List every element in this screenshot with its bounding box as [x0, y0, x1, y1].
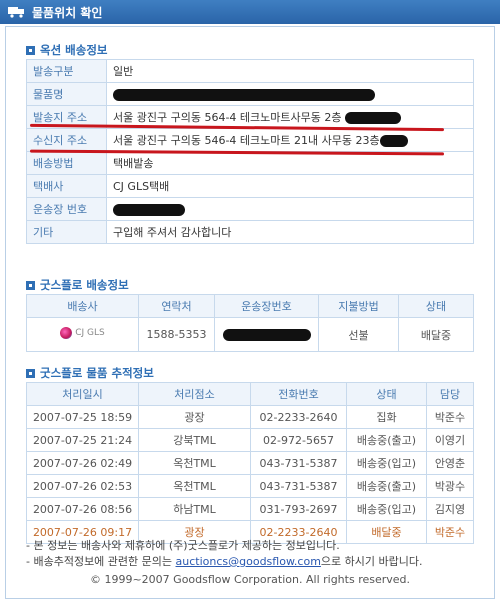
table-row: 발송구분 일반 — [26, 59, 474, 83]
table-cell: 043-731-5387 — [250, 451, 347, 475]
window-titlebar: 물품위치 확인 — [0, 0, 500, 24]
table-row: 2007-07-26 02:53 옥천TML 043-731-5387 배송중(… — [26, 474, 474, 498]
carrier-cell: CJ GLS — [26, 317, 139, 352]
table-cell: 배송중(출고) — [346, 428, 427, 452]
section-bullet-icon — [26, 368, 35, 378]
row-label: 택배사 — [26, 174, 107, 198]
cj-gls-logo: CJ GLS — [60, 327, 105, 339]
row-value: CJ GLS택배 — [106, 174, 474, 198]
table-cell: 배송중(입고) — [346, 451, 427, 475]
row-value — [106, 82, 474, 106]
table-row: 물품명 — [26, 82, 474, 106]
note-line: - 본 정보는 배송사와 제휴하에 (주)굿스플로가 제공하는 정보입니다. — [26, 539, 340, 552]
row-label: 물품명 — [26, 82, 107, 106]
table-row: 운송장 번호 — [26, 197, 474, 221]
status-cell: 배달중 — [398, 317, 474, 352]
table-row: 2007-07-25 18:59 광장 02-2233-2640 집화 박준수 — [26, 405, 474, 429]
row-value: 일반 — [106, 59, 474, 83]
table-row: CJ GLS 1588-5353 선불 배달중 — [26, 317, 474, 352]
address-text: 서울 광진구 구의동 564-4 테크노마트사무동 2층 — [113, 111, 342, 124]
goodsflow-table: 배송사 연락처 운송장번호 지불방법 상태 CJ GLS 1588-5353 선… — [26, 294, 474, 352]
column-header: 전화번호 — [250, 382, 347, 406]
footer-notes: - 본 정보는 배송사와 제휴하에 (주)굿스플로가 제공하는 정보입니다. -… — [26, 538, 423, 570]
table-cell: 2007-07-26 02:53 — [26, 474, 139, 498]
section-title-tracking: 굿스플로 물품 추적정보 — [26, 365, 154, 381]
table-cell: 02-972-5657 — [250, 428, 347, 452]
table-cell: 하남TML — [138, 497, 251, 521]
table-cell: 광장 — [138, 405, 251, 429]
table-cell: 집화 — [346, 405, 427, 429]
table-cell: 안영춘 — [426, 451, 474, 475]
table-cell: 2007-07-26 02:49 — [26, 451, 139, 475]
copyright-text: © 1999~2007 Goodsflow Corporation. All r… — [89, 573, 411, 586]
note-line: - 배송추적정보에 관련한 문의는 auctioncs@goodsflow.co… — [26, 554, 423, 570]
truck-icon — [8, 7, 24, 18]
column-header: 지불방법 — [318, 294, 399, 318]
tracking-cell — [214, 317, 319, 352]
section-bullet-icon — [26, 280, 35, 290]
row-value: 구입해 주셔서 감사합니다 — [106, 220, 474, 244]
table-cell: 02-2233-2640 — [250, 405, 347, 429]
column-header: 배송사 — [26, 294, 139, 318]
table-cell: 배송중(입고) — [346, 497, 427, 521]
table-cell: 이영기 — [426, 428, 474, 452]
redaction-mark — [344, 112, 401, 124]
column-header: 처리점소 — [138, 382, 251, 406]
table-row: 수신지 주소 서울 광진구 구의동 546-4 테크노마트 21내 사무동 23… — [26, 128, 474, 152]
redaction-mark — [222, 329, 311, 341]
tracking-table: 처리일시 처리점소 전화번호 상태 담당 2007-07-25 18:59 광장… — [26, 382, 474, 544]
row-label: 발송구분 — [26, 59, 107, 83]
table-cell: 배송중(출고) — [346, 474, 427, 498]
row-label: 운송장 번호 — [26, 197, 107, 221]
table-header-row: 배송사 연락처 운송장번호 지불방법 상태 — [26, 294, 474, 318]
column-header: 상태 — [398, 294, 474, 318]
address-text: 서울 광진구 구의동 546-4 테크노마트 21내 사무동 23층 — [113, 134, 380, 147]
table-cell: 박준수 — [426, 405, 474, 429]
table-row: 기타 구입해 주셔서 감사합니다 — [26, 220, 474, 244]
row-value — [106, 197, 474, 221]
column-header: 상태 — [346, 382, 427, 406]
column-header: 담당 — [426, 382, 474, 406]
table-cell: 2007-07-25 18:59 — [26, 405, 139, 429]
section-title-text: 굿스플로 물품 추적정보 — [40, 366, 154, 380]
section-title-goodsflow: 굿스플로 배송정보 — [26, 277, 129, 293]
column-header: 처리일시 — [26, 382, 139, 406]
table-cell: 2007-07-26 08:56 — [26, 497, 139, 521]
table-cell: 옥천TML — [138, 474, 251, 498]
support-email-link[interactable]: auctioncs@goodsflow.com — [176, 555, 321, 568]
table-header-row: 처리일시 처리점소 전화번호 상태 담당 — [26, 382, 474, 406]
table-row: 택배사 CJ GLS택배 — [26, 174, 474, 198]
row-label: 기타 — [26, 220, 107, 244]
section-title-shipping: 옥션 배송정보 — [26, 42, 107, 58]
window-title: 물품위치 확인 — [32, 5, 103, 20]
redaction-mark — [113, 203, 185, 216]
note-text: - 배송추적정보에 관련한 문의는 — [26, 555, 176, 568]
row-label: 수신지 주소 — [26, 128, 107, 152]
table-cell: 031-793-2697 — [250, 497, 347, 521]
table-cell: 2007-07-25 21:24 — [26, 428, 139, 452]
column-header: 운송장번호 — [214, 294, 319, 318]
section-title-text: 옥션 배송정보 — [40, 43, 108, 57]
table-cell: 043-731-5387 — [250, 474, 347, 498]
row-value: 서울 광진구 구의동 546-4 테크노마트 21내 사무동 23층 — [106, 128, 474, 152]
table-cell: 옥천TML — [138, 451, 251, 475]
table-cell: 박준수 — [426, 520, 474, 544]
table-row: 2007-07-26 02:49 옥천TML 043-731-5387 배송중(… — [26, 451, 474, 475]
table-cell: 박광수 — [426, 474, 474, 498]
contact-cell: 1588-5353 — [138, 317, 215, 352]
table-row: 2007-07-25 21:24 강북TML 02-972-5657 배송중(출… — [26, 428, 474, 452]
payment-cell: 선불 — [318, 317, 399, 352]
note-text: 으로 하시기 바랍니다. — [320, 555, 423, 568]
row-label: 배송방법 — [26, 151, 107, 175]
table-cell: 강북TML — [138, 428, 251, 452]
column-header: 연락처 — [138, 294, 215, 318]
section-title-text: 굿스플로 배송정보 — [40, 278, 129, 292]
table-cell: 김지영 — [426, 497, 474, 521]
table-row: 2007-07-26 08:56 하남TML 031-793-2697 배송중(… — [26, 497, 474, 521]
redaction-mark — [379, 135, 408, 147]
redaction-mark — [113, 88, 375, 101]
section-bullet-icon — [26, 45, 35, 55]
